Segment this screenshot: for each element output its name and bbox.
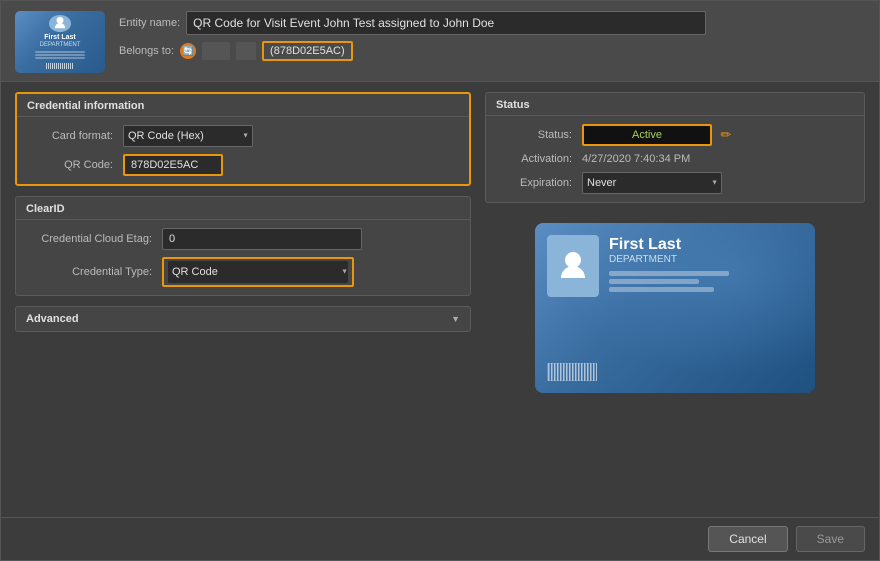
status-value-row: Active ✏: [582, 124, 734, 146]
credential-type-row: Credential Type: QR Code: [26, 257, 460, 287]
right-panel: Status Status: Active ✏ Activation: 4/27…: [485, 92, 865, 507]
header-fields: Entity name: Belongs to: 🔄 (878D02E5AC): [119, 11, 865, 61]
credential-info-header: Credential information: [17, 94, 469, 117]
entity-name-row: Entity name:: [119, 11, 865, 35]
clearid-body: Credential Cloud Etag: Credential Type: …: [16, 220, 470, 295]
belongs-to-label: Belongs to:: [119, 45, 174, 57]
left-panel: Credential information Card format: QR C…: [15, 92, 471, 507]
credential-info-section: Credential information Card format: QR C…: [15, 92, 471, 186]
activation-value: 4/27/2020 7:40:34 PM: [582, 153, 690, 165]
belongs-id: (878D02E5AC): [262, 41, 353, 61]
belongs-icon: 🔄: [180, 43, 196, 59]
card-text-lines: [609, 271, 803, 292]
status-body: Status: Active ✏ Activation: 4/27/2020 7…: [486, 116, 864, 202]
card-lines-small: [35, 50, 85, 60]
header-id-card: First Last DEPARTMENT: [15, 11, 105, 73]
card-barcode-small: [46, 63, 74, 69]
card-info: First Last DEPARTMENT: [609, 235, 803, 295]
activation-label: Activation:: [496, 153, 576, 165]
card-avatar-large: [547, 235, 599, 297]
etag-label: Credential Cloud Etag:: [26, 233, 156, 245]
expiration-select[interactable]: Never: [582, 172, 722, 194]
footer: Cancel Save: [1, 517, 879, 560]
qr-code-input[interactable]: [123, 154, 223, 176]
cancel-button[interactable]: Cancel: [708, 526, 787, 552]
activation-row: Activation: 4/27/2020 7:40:34 PM: [496, 153, 854, 165]
entity-name-input[interactable]: [186, 11, 706, 35]
qr-code-row: QR Code:: [27, 154, 459, 176]
status-row: Status: Active ✏: [496, 124, 854, 146]
advanced-section: Advanced ▼: [15, 306, 471, 332]
card-barcode-large: [547, 363, 597, 381]
status-header: Status: [486, 93, 864, 116]
credential-type-wrapper: QR Code: [162, 257, 354, 287]
expiration-wrapper: Never: [582, 172, 722, 194]
card-name-small: First Last: [44, 34, 76, 42]
advanced-title: Advanced: [26, 313, 79, 325]
credential-dialog: First Last DEPARTMENT Entity name: Belon…: [0, 0, 880, 561]
main-content: Credential information Card format: QR C…: [1, 82, 879, 517]
card-format-wrapper: QR Code (Hex): [123, 125, 253, 147]
credential-type-label: Credential Type:: [26, 266, 156, 278]
chevron-down-icon: ▼: [451, 314, 460, 324]
edit-icon[interactable]: ✏: [718, 127, 734, 143]
clearid-header: ClearID: [16, 197, 470, 220]
belongs-row: Belongs to: 🔄 (878D02E5AC): [119, 41, 865, 61]
card-avatar-small: [49, 15, 71, 32]
belongs-gray-box: [202, 42, 230, 60]
clearid-section: ClearID Credential Cloud Etag: Credentia…: [15, 196, 471, 296]
card-name-large: First Last: [609, 235, 803, 254]
etag-input[interactable]: [162, 228, 362, 250]
expiration-label: Expiration:: [496, 177, 576, 189]
qr-code-label: QR Code:: [27, 159, 117, 171]
card-format-label: Card format:: [27, 130, 117, 142]
credential-info-body: Card format: QR Code (Hex) QR Code:: [17, 117, 469, 184]
status-label: Status:: [496, 129, 576, 141]
expiration-row: Expiration: Never: [496, 172, 854, 194]
entity-name-label: Entity name:: [119, 17, 180, 29]
header: First Last DEPARTMENT Entity name: Belon…: [1, 1, 879, 82]
card-dept-small: DEPARTMENT: [40, 42, 81, 48]
id-card-large: First Last DEPARTMENT: [535, 223, 815, 393]
advanced-header[interactable]: Advanced ▼: [16, 307, 470, 331]
card-format-select[interactable]: QR Code (Hex): [123, 125, 253, 147]
status-badge: Active: [582, 124, 712, 146]
card-format-row: Card format: QR Code (Hex): [27, 125, 459, 147]
etag-row: Credential Cloud Etag:: [26, 228, 460, 250]
belongs-gray-box2: [236, 42, 256, 60]
card-dept-large: DEPARTMENT: [609, 254, 803, 265]
credential-type-select[interactable]: QR Code: [168, 261, 348, 283]
status-section: Status Status: Active ✏ Activation: 4/27…: [485, 92, 865, 203]
save-button[interactable]: Save: [796, 526, 865, 552]
